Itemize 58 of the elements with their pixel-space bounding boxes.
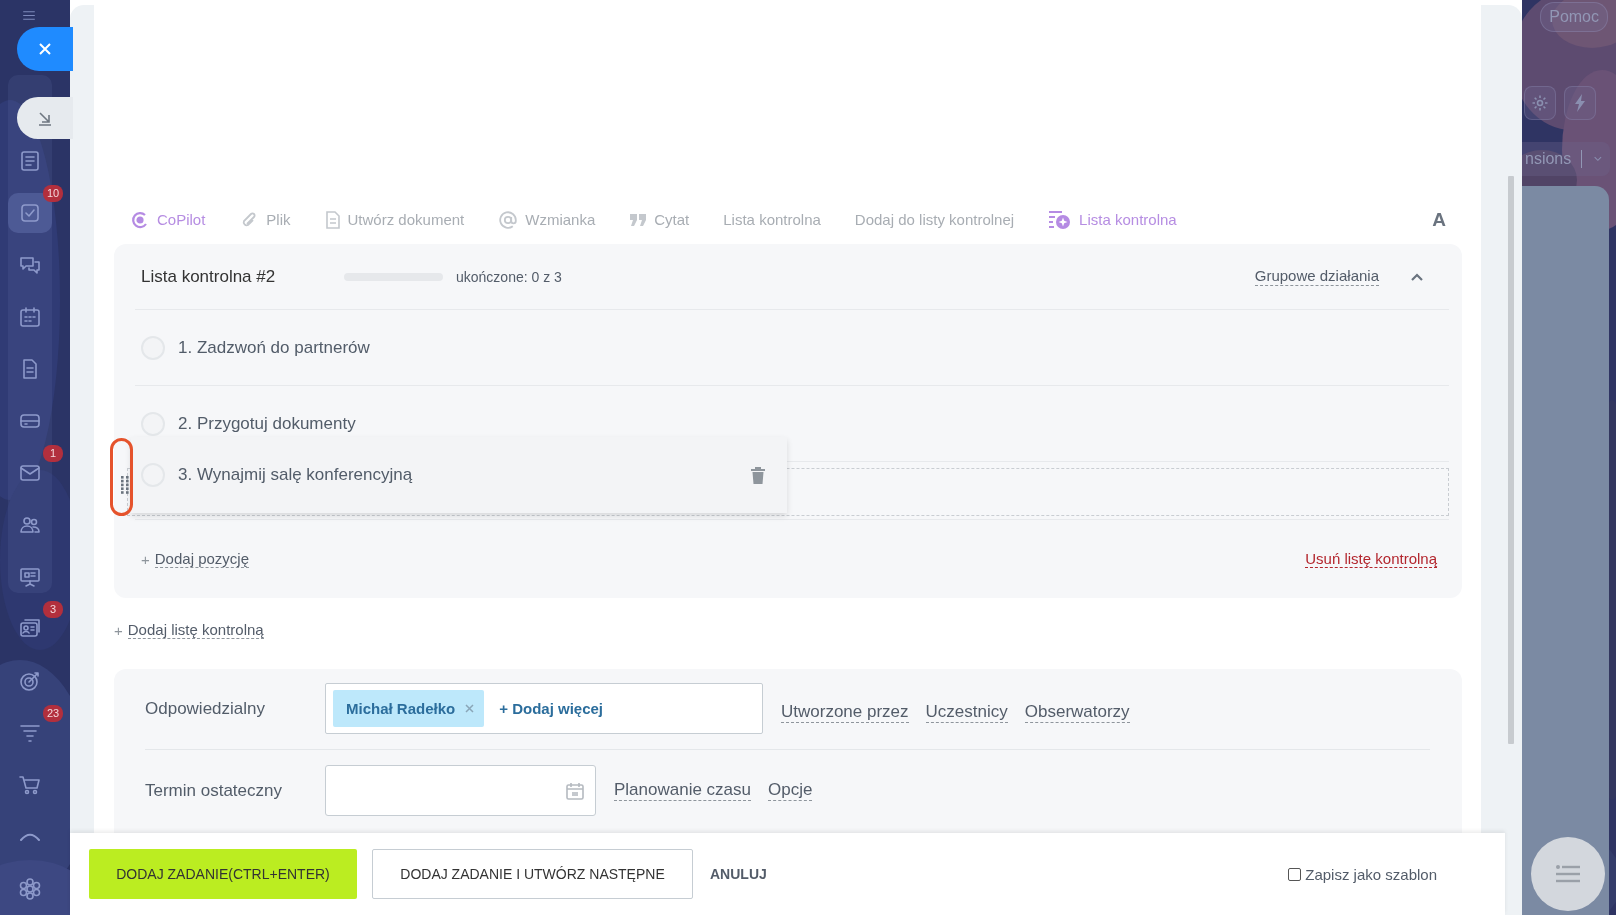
add-checklist-link[interactable]: Dodaj listę kontrolną — [127, 620, 264, 640]
option-link[interactable]: Obserwatorzy — [1024, 702, 1130, 723]
chevron-up-icon[interactable] — [1410, 271, 1424, 282]
lightning-icon — [1574, 94, 1586, 112]
add-task-button[interactable]: DODAJ ZADANIE(CTRL+ENTER) — [89, 849, 357, 899]
trash-icon[interactable] — [751, 466, 765, 484]
scrollbar[interactable] — [1508, 176, 1514, 744]
people-field[interactable]: Michał Radełko + Dodaj więcej — [325, 683, 763, 734]
calendar-icon — [565, 780, 585, 801]
calendar-icon — [18, 305, 42, 329]
minimize-icon — [37, 110, 53, 126]
delete-checklist-link[interactable]: Usuń listę kontrolną — [1305, 549, 1437, 569]
remove-icon[interactable] — [465, 704, 475, 713]
cart-icon — [18, 773, 42, 797]
settings-icon — [1531, 94, 1549, 112]
person-chip[interactable]: Michał Radełko — [333, 690, 485, 727]
field-label: Termin ostateczny — [145, 780, 283, 801]
lightning-button[interactable] — [1564, 86, 1596, 120]
list-icon — [1556, 865, 1580, 883]
dragged-item-card[interactable]: 3. Wynajmij salę konferencyjną — [131, 437, 787, 513]
flower-icon — [18, 877, 42, 901]
checklist-title: Lista kontrolna #2 — [141, 266, 277, 287]
option-link[interactable]: Utworzone przez — [781, 702, 909, 723]
checklist-star-icon — [1048, 209, 1073, 230]
option-link[interactable]: Opcje — [768, 780, 813, 801]
format-button[interactable]: A — [1432, 208, 1446, 231]
close-icon — [38, 42, 52, 56]
close-button[interactable] — [17, 27, 73, 71]
plus-sign: + — [141, 550, 150, 568]
add-item-link[interactable]: Dodaj pozycję — [154, 549, 249, 569]
quote-icon — [629, 211, 648, 228]
drag-handle-icon[interactable] — [121, 476, 129, 494]
copilot-icon — [130, 209, 150, 230]
target-icon — [18, 669, 42, 693]
cancel-button[interactable]: ANULUJ — [708, 849, 769, 899]
checklist-item-text: 3. Wynajmij salę konferencyjną — [178, 465, 413, 485]
checkbox-label: Zapisz jako szablon — [1305, 865, 1437, 883]
at-sign-icon — [498, 209, 519, 230]
field-label: Odpowiedzialny — [145, 698, 266, 719]
add-and-next-button[interactable]: DODAJ ZADANIE I UTWÓRZ NASTĘPNE — [372, 849, 693, 899]
document-icon — [324, 209, 341, 230]
date-field[interactable] — [325, 765, 596, 816]
group-actions-link[interactable]: Grupowe działania — [1254, 267, 1379, 286]
add-more-link[interactable]: + Dodaj więcej — [499, 700, 603, 717]
progress-text: ukończone: 0 z 3 — [456, 268, 562, 285]
checklist-item-text: 1. Zadzwoń do partnerów — [178, 337, 370, 358]
chevron-up-icon — [20, 833, 40, 841]
list-icon — [18, 149, 42, 173]
plus-sign: + — [114, 621, 123, 639]
checkbox[interactable] — [1288, 867, 1302, 881]
option-link[interactable]: Uczestnicy — [925, 702, 1008, 723]
board-icon — [18, 565, 42, 589]
chevron-down-icon — [1594, 155, 1602, 163]
minimize-button[interactable] — [17, 97, 73, 139]
settings-button[interactable] — [1524, 86, 1556, 120]
checklist-item-text: 2. Przygotuj dokumenty — [178, 413, 356, 434]
task-check-icon — [18, 201, 42, 225]
option-link[interactable]: Planowanie czasu — [614, 780, 752, 801]
